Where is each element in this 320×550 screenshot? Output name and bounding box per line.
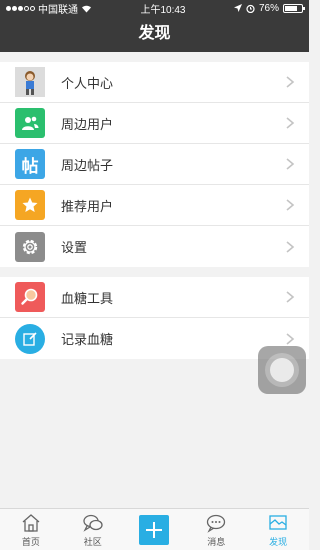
row-label: 设置	[61, 240, 88, 255]
plus-icon	[139, 515, 170, 545]
post-icon: 帖	[15, 149, 45, 179]
post-icon-glyph: 帖	[21, 156, 39, 176]
discover-icon	[269, 515, 287, 530]
row-label: 记录血糖	[61, 332, 114, 347]
users-icon	[15, 108, 45, 138]
row-label: 周边帖子	[61, 157, 114, 173]
chevron-right-icon	[286, 158, 295, 170]
signal-icon	[6, 5, 35, 11]
tab-messages[interactable]: 消息	[185, 509, 247, 550]
chevron-right-icon	[286, 291, 295, 303]
top-bar: 中国联通 上午10:43 76% 发现	[0, 0, 309, 52]
tab-community[interactable]: 社区	[62, 509, 124, 550]
row-label: 推荐用户	[61, 198, 114, 214]
battery-percent: 76%	[258, 2, 279, 14]
assistive-touch-button[interactable]	[258, 346, 306, 394]
home-icon	[22, 514, 40, 532]
row-label: 周边用户	[61, 116, 114, 132]
clock: 上午10:43	[140, 4, 186, 16]
chevron-right-icon	[286, 117, 295, 129]
wifi-icon	[82, 5, 91, 12]
row-label: 血糖工具	[61, 290, 114, 306]
star-icon	[15, 190, 45, 220]
page-title: 发现	[138, 25, 171, 42]
row-nearby-users[interactable]: 周边用户	[0, 103, 309, 144]
tab-label: 社区	[83, 537, 102, 547]
location-icon	[233, 4, 242, 12]
chat-icon	[83, 514, 103, 532]
edit-icon	[15, 323, 45, 354]
message-icon	[207, 514, 226, 533]
tab-add[interactable]	[124, 509, 186, 550]
chevron-right-icon	[286, 240, 295, 253]
discover-list-main: 个人中心 周边用户 帖 周边帖子 推荐用户 设置	[0, 62, 309, 267]
row-recommended-users[interactable]: 推荐用户	[0, 185, 309, 226]
chevron-right-icon	[286, 199, 295, 211]
battery-icon	[282, 3, 305, 13]
row-nearby-posts[interactable]: 帖 周边帖子	[0, 144, 309, 185]
gear-icon	[15, 231, 45, 262]
row-label: 个人中心	[61, 75, 114, 91]
chevron-right-icon	[286, 76, 295, 88]
tab-home[interactable]: 首页	[0, 509, 62, 550]
alarm-icon	[246, 4, 255, 13]
tab-label: 消息	[207, 537, 226, 547]
row-settings[interactable]: 设置	[0, 226, 309, 267]
tab-label: 发现	[269, 537, 288, 547]
tab-discover[interactable]: 发现	[247, 509, 309, 550]
avatar	[15, 67, 45, 97]
row-profile[interactable]: 个人中心	[0, 62, 309, 103]
magnifier-icon	[15, 282, 45, 312]
tab-label: 首页	[21, 537, 40, 547]
carrier-label: 中国联通	[38, 4, 78, 16]
status-bar: 中国联通 上午10:43 76%	[0, 0, 309, 16]
chevron-right-icon	[286, 332, 295, 345]
row-glucose-tools[interactable]: 血糖工具	[0, 277, 309, 318]
tab-bar: 首页 社区 消息 发现	[0, 508, 309, 550]
